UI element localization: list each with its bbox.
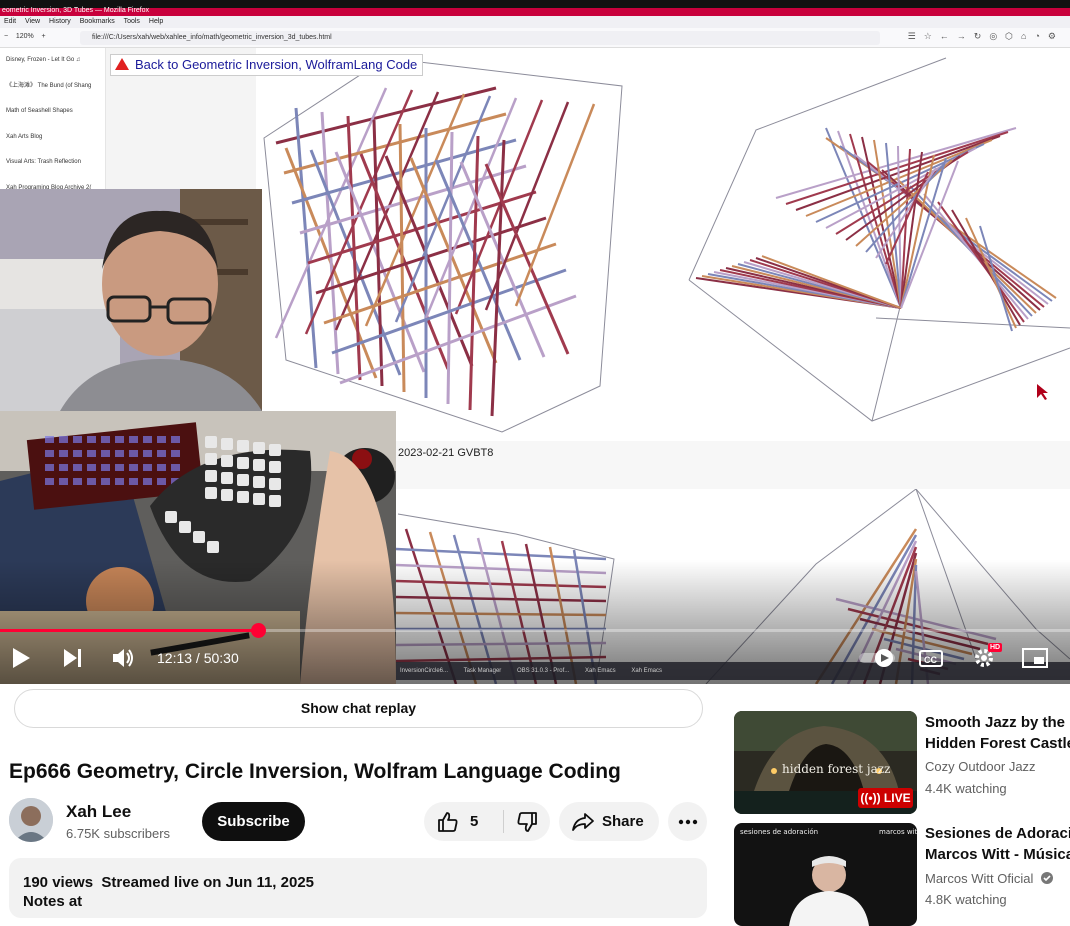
taskbar-item: Xah Emacs	[631, 668, 663, 674]
autoplay-icon	[859, 649, 895, 667]
worship-session-thumbnail-image: sesiones de adoración marcos witt	[734, 823, 917, 926]
time-display: 12:13 / 50:30	[157, 650, 239, 666]
presenter-webcam	[0, 189, 262, 411]
tube-lattice-graphic	[263, 57, 1070, 433]
menu-edit: Edit	[4, 18, 17, 25]
firefox-menubar: Edit View History Bookmarks Tools Help	[0, 16, 1070, 28]
subscribe-button[interactable]: Subscribe	[202, 802, 305, 841]
recommendation-channel[interactable]: Cozy Outdoor Jazz	[925, 759, 1036, 774]
thumbnail-text-right: marcos witt	[879, 828, 917, 836]
next-button[interactable]	[60, 646, 86, 670]
thumbnail-text: hidden forest jazz	[782, 762, 890, 776]
more-actions-button[interactable]	[668, 802, 707, 841]
menu-history: History	[49, 18, 71, 25]
channel-avatar[interactable]	[9, 798, 53, 842]
more-horizontal-icon	[678, 819, 697, 824]
bookmark-item: Disney, Frozen - Let It Go ♫	[6, 57, 81, 63]
svg-text:CC: CC	[924, 655, 937, 665]
firefox-toolbar: − 120% + file:///C:/Users/xah/web/xahlee…	[0, 28, 1070, 48]
cc-icon: CC	[919, 650, 943, 667]
subscriber-count: 6.75K subscribers	[66, 826, 171, 841]
recommendation-thumbnail[interactable]: sesiones de adoración marcos witt	[734, 823, 917, 926]
progress-bar-played	[0, 629, 259, 632]
bookmark-item: Math of Seashell Shapes	[6, 108, 73, 114]
share-label: Share	[602, 813, 644, 830]
taskbar-item: Task Manager	[463, 668, 502, 674]
share-button[interactable]: Share	[559, 802, 659, 841]
taskbar-item: InversionCircle6...	[400, 668, 449, 674]
menu-view: View	[25, 18, 41, 25]
firefox-titlebar: eometric Inversion, 3D Tubes — Mozilla F…	[0, 0, 1070, 16]
like-dislike-group: 5	[424, 802, 550, 841]
back-link-label: Back to Geometric Inversion, WolframLang…	[135, 57, 418, 72]
skip-next-icon	[64, 649, 81, 667]
webcam-face-overlay	[0, 189, 262, 411]
bookmarks-sidebar: Disney, Frozen - Let It Go ♫ 《上海滩》 The B…	[0, 48, 106, 193]
firefox-window-title: eometric Inversion, 3D Tubes — Mozilla F…	[2, 7, 150, 14]
thumbs-up-icon	[438, 811, 458, 832]
tube-render-top	[256, 48, 1070, 441]
live-badge: ((•)) LIVE	[858, 788, 913, 808]
avatar-image	[9, 798, 53, 842]
like-count: 5	[470, 813, 479, 830]
play-button[interactable]	[8, 646, 34, 670]
show-chat-replay-button[interactable]: Show chat replay	[14, 689, 703, 728]
view-count-and-date: 190 views Streamed live on Jun 11, 2025	[23, 874, 314, 891]
menu-bookmarks: Bookmarks	[79, 18, 115, 25]
recommendation-title[interactable]: Sesiones de Adoració Marcos Witt - Músic…	[925, 823, 1070, 865]
like-button[interactable]: 5	[424, 802, 502, 841]
address-bar: file:///C:/Users/xah/web/xahlee_info/mat…	[80, 31, 880, 45]
toolbar-icons: ☰☆←→↻◎⬡⌂◔⚙	[907, 31, 1064, 41]
bookmark-item: Xah Arts Blog	[6, 133, 43, 140]
menu-tools: Tools	[123, 18, 140, 25]
video-player[interactable]: eometric Inversion, 3D Tubes — Mozilla F…	[0, 0, 1070, 684]
warning-triangle-icon	[115, 58, 129, 70]
miniplayer-icon	[1022, 648, 1048, 668]
autoplay-toggle[interactable]	[858, 646, 898, 670]
mouse-cursor-icon	[1037, 384, 1048, 400]
play-icon	[13, 648, 30, 668]
recommendation-watching: 4.8K watching	[925, 892, 1007, 907]
dislike-button[interactable]	[504, 802, 550, 841]
bookmark-item: 《上海滩》 The Bund (of Shang	[6, 82, 92, 89]
video-title: Ep666 Geometry, Circle Inversion, Wolfra…	[9, 760, 621, 783]
thumbs-down-icon	[517, 811, 537, 832]
share-icon	[572, 812, 594, 831]
menu-help: Help	[148, 18, 164, 25]
image-date-label: 2023-02-21 GVBT8	[398, 447, 494, 459]
taskbar-item: OBS 31.0.3 - Prof...	[516, 668, 570, 674]
captions-button[interactable]: CC	[917, 646, 945, 670]
bookmark-item: Visual Arts: Trash Reflection	[6, 159, 81, 165]
thumbnail-text-left: sesiones de adoración	[740, 828, 818, 836]
recommendation-watching: 4.4K watching	[925, 781, 1007, 796]
taskbar-item: Xah Emacs	[584, 668, 616, 674]
hd-badge: HD	[988, 643, 1003, 652]
zoom-level: − 120% +	[4, 33, 46, 40]
description-box[interactable]: 190 views Streamed live on Jun 11, 2025 …	[9, 858, 707, 918]
verified-badge-icon	[1040, 872, 1053, 884]
mute-button[interactable]	[111, 646, 137, 670]
windows-taskbar: InversionCircle6... Task Manager OBS 31.…	[396, 662, 1070, 680]
recommendation-channel[interactable]: Marcos Witt Oficial	[925, 871, 1054, 886]
volume-icon	[113, 649, 133, 667]
channel-name-link[interactable]: Xah Lee	[66, 802, 131, 822]
back-to-geometric-inversion-link[interactable]: Back to Geometric Inversion, WolframLang…	[110, 54, 424, 76]
recommendation-title[interactable]: Smooth Jazz by the F Hidden Forest Castl…	[925, 712, 1070, 754]
miniplayer-button[interactable]	[1020, 646, 1050, 670]
